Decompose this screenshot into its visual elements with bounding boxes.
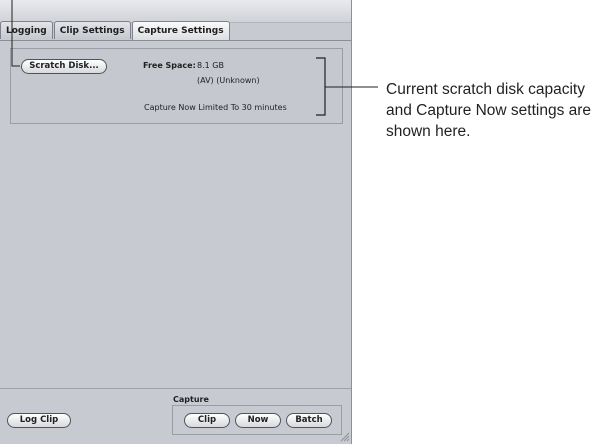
capture-window: Logging Clip Settings Capture Settings S…	[0, 0, 352, 444]
capture-now-button[interactable]: Now	[235, 413, 281, 428]
capture-batch-button[interactable]: Batch	[286, 413, 332, 428]
resize-grip-icon[interactable]	[340, 432, 350, 442]
free-space-label: Free Space:	[143, 61, 196, 70]
tab-bar: Logging Clip Settings Capture Settings	[0, 21, 231, 40]
capture-limit-text: Capture Now Limited To 30 minutes	[144, 103, 287, 112]
log-clip-button[interactable]: Log Clip	[7, 413, 71, 428]
callout-text: Current scratch disk capacity and Captur…	[386, 81, 592, 140]
capture-group-label: Capture	[173, 395, 209, 404]
tab-logging[interactable]: Logging	[0, 21, 53, 39]
scratch-disk-group: Scratch Disk... Free Space: 8.1 GB (AV) …	[10, 48, 343, 124]
tab-capture-settings[interactable]: Capture Settings	[131, 21, 230, 40]
free-space-value: 8.1 GB	[197, 61, 224, 70]
window-top-strip	[0, 0, 351, 23]
free-space-detail: (AV) (Unknown)	[197, 76, 260, 85]
scratch-disk-button[interactable]: Scratch Disk...	[21, 59, 107, 74]
tab-divider	[0, 40, 351, 41]
capture-clip-button[interactable]: Clip	[184, 413, 230, 428]
bottom-divider	[0, 388, 351, 389]
tab-clip-settings[interactable]: Clip Settings	[53, 21, 131, 39]
